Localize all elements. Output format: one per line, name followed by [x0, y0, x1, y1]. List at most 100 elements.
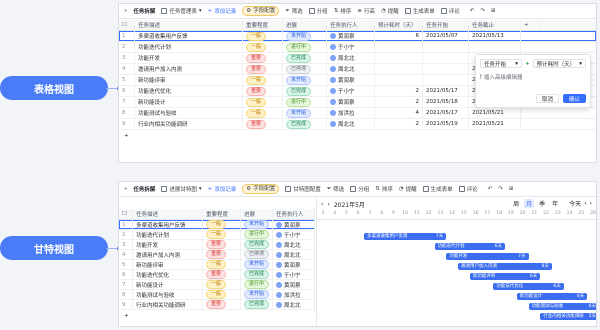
status-cell[interactable]: 未开始	[283, 108, 327, 118]
owner-cell[interactable]: 周北北	[327, 53, 375, 63]
advanced-editor-link[interactable]: 插入高级编辑器	[484, 73, 523, 81]
priority-cell[interactable]: 一般	[243, 31, 283, 41]
status-cell[interactable]: 已停滞	[241, 250, 273, 259]
priority-cell[interactable]: 重要	[203, 270, 241, 279]
gantt-row[interactable]: 4 邀请用户加入内测 重要 已停滞 周北北	[119, 250, 315, 260]
group-button[interactable]: 分组	[308, 7, 328, 15]
status-cell[interactable]: 已完成	[241, 270, 273, 279]
owner-cell[interactable]: 黄润泉	[327, 75, 375, 85]
status-cell[interactable]: 未开始	[241, 260, 273, 269]
end-date-cell[interactable]: 2021/05/13	[469, 31, 521, 41]
gantt-row[interactable]: 2 功能迭代计划 一般 进行中 于小宁	[119, 230, 315, 240]
view-selector[interactable]: 进展甘特图 ▾	[161, 185, 202, 193]
priority-cell[interactable]: 重要	[243, 86, 283, 96]
col-header-end[interactable]: 任务截止	[469, 20, 521, 30]
start-date-cell[interactable]	[423, 64, 469, 74]
status-cell[interactable]: 进行中	[241, 230, 273, 239]
add-row-button[interactable]: +	[119, 310, 315, 321]
priority-cell[interactable]: 一般	[243, 108, 283, 118]
owner-cell[interactable]: 加洪拉	[327, 108, 375, 118]
gantt-row[interactable]: 6 功能迭代优化 重要 已完成 于小宁	[119, 270, 315, 280]
field-config-button[interactable]: ⚙ 字段配置	[242, 184, 280, 194]
task-desc-cell[interactable]: 新功能设计	[135, 97, 243, 107]
comment-button[interactable]: 评论	[440, 7, 460, 15]
task-desc-cell[interactable]: 多渠道收集用户反馈	[133, 220, 203, 229]
end-date-cell[interactable]: 2021/05/21	[469, 108, 521, 118]
remind-button[interactable]: ◔ 提醒	[381, 7, 399, 15]
task-desc-cell[interactable]: 行业内相关功能调研	[133, 300, 203, 309]
zoom-week[interactable]: 周	[511, 199, 521, 208]
days-cell[interactable]	[375, 64, 423, 74]
operator-plus[interactable]: +	[525, 61, 530, 67]
priority-cell[interactable]: 一般	[203, 230, 241, 239]
days-cell[interactable]	[375, 42, 423, 52]
col-header-priority[interactable]: 重要程度	[203, 209, 241, 219]
priority-cell[interactable]: 重要	[203, 300, 241, 309]
priority-cell[interactable]: 重要	[243, 53, 283, 63]
start-date-cell[interactable]	[423, 53, 469, 63]
owner-cell[interactable]: 周北北	[273, 250, 315, 259]
field-select[interactable]: 任务开始 ▾	[480, 59, 523, 68]
gantt-bar[interactable]: 行业内相关功能调研 5天	[540, 312, 596, 320]
remind-button[interactable]: ◔ 提醒	[399, 185, 417, 193]
col-header-status[interactable]: 进展	[241, 209, 273, 219]
confirm-button[interactable]: 确认	[562, 94, 586, 103]
chevron-right-icon[interactable]: ›	[590, 200, 592, 207]
start-date-cell[interactable]: 2021/05/17	[423, 108, 469, 118]
owner-cell[interactable]: 周北北	[273, 240, 315, 249]
start-date-cell[interactable]: 2021/05/17	[423, 86, 469, 96]
owner-cell[interactable]: 周北北	[327, 119, 375, 129]
col-header-desc[interactable]: 任务描述	[133, 209, 203, 219]
table-row[interactable]: 1 多渠道收集用户反馈 一般 未开始 黄润泉 6 2021/05/07 2021/05/13	[119, 31, 596, 42]
col-header-days[interactable]: 预计耗时（天）	[375, 20, 423, 30]
task-desc-cell[interactable]: 多渠道收集用户反馈	[135, 31, 243, 41]
task-desc-cell[interactable]: 功能迭代优化	[133, 270, 203, 279]
status-cell[interactable]: 未开始	[241, 220, 273, 229]
gantt-row[interactable]: 1 多渠道收集用户反馈 一般 未开始 黄润泉	[119, 220, 315, 230]
add-record-button[interactable]: + 添加记录	[208, 7, 237, 15]
owner-cell[interactable]: 于小宁	[327, 86, 375, 96]
redo-icon[interactable]: ↷	[480, 8, 485, 14]
priority-cell[interactable]: 重要	[243, 64, 283, 74]
gen-form-button[interactable]: 生成表单	[422, 185, 453, 193]
priority-cell[interactable]: 重要	[203, 240, 241, 249]
filter-button[interactable]: ⏷ 筛选	[327, 185, 344, 194]
undo-icon[interactable]: ↶	[488, 186, 493, 192]
task-desc-cell[interactable]: 功能迭代计划	[135, 42, 243, 52]
start-date-cell[interactable]: 2021/05/18	[423, 97, 469, 107]
gen-form-button[interactable]: 生成表单	[404, 7, 435, 15]
task-desc-cell[interactable]: 邀请用户加入内测	[133, 250, 203, 259]
row-height-button[interactable]: ≡ 行高	[357, 7, 375, 15]
priority-cell[interactable]: 一般	[243, 97, 283, 107]
status-cell[interactable]: 已停滞	[283, 64, 327, 74]
redo-icon[interactable]: ↷	[498, 186, 503, 192]
collapse-icon[interactable]: »	[124, 186, 127, 192]
start-date-cell[interactable]	[423, 75, 469, 85]
owner-cell[interactable]: 于小宁	[327, 42, 375, 52]
priority-cell[interactable]: 一般	[203, 260, 241, 269]
gantt-row[interactable]: 7 新功能设计 一般 进行中 黄润泉	[119, 280, 315, 290]
start-date-cell[interactable]	[423, 42, 469, 52]
days-cell[interactable]: 4	[375, 108, 423, 118]
task-desc-cell[interactable]: 行业内相关功能调研	[135, 119, 243, 129]
gantt-bar[interactable]: 新功能评审 6天	[469, 272, 541, 280]
zoom-month[interactable]: 月	[524, 199, 535, 208]
cancel-button[interactable]: 取消	[535, 94, 559, 103]
add-record-button[interactable]: + 添加记录	[208, 185, 237, 193]
days-cell[interactable]	[375, 53, 423, 63]
days-cell[interactable]: 2	[375, 119, 423, 129]
status-cell[interactable]: 未开始	[283, 75, 327, 85]
task-desc-cell[interactable]: 新功能评审	[133, 260, 203, 269]
gantt-row[interactable]: 9 行业内相关功能调研 重要 已完成 周北北	[119, 300, 315, 310]
layout-icon[interactable]: ⊞	[509, 186, 514, 192]
layout-icon[interactable]: ⊞	[491, 8, 496, 14]
today-button[interactable]: 今天	[569, 199, 581, 208]
status-cell[interactable]: 进行中	[283, 42, 327, 52]
priority-cell[interactable]: 一般	[243, 42, 283, 52]
table-row[interactable]: 9 行业内相关功能调研 重要 已完成 周北北 2 2021/05/19 2021/05/21	[119, 119, 596, 130]
task-desc-cell[interactable]: 功能测试与验收	[133, 290, 203, 299]
task-desc-cell[interactable]: 功能迭代优化	[135, 86, 243, 96]
task-desc-cell[interactable]: 功能迭代计划	[133, 230, 203, 239]
gantt-bar[interactable]: 新功能设计 6天	[516, 292, 588, 300]
start-date-cell[interactable]: 2021/05/19	[423, 119, 469, 129]
